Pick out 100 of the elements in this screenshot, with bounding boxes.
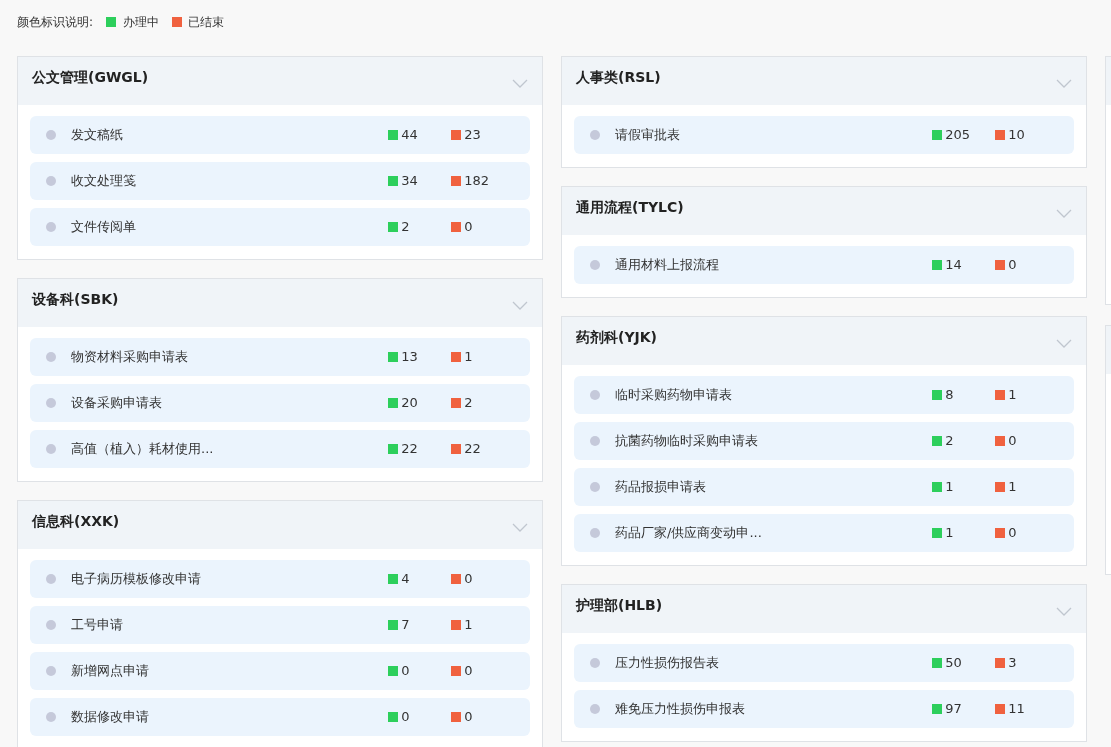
count-text: 0 xyxy=(1008,256,1017,275)
status-swatch xyxy=(932,482,942,492)
status-swatch xyxy=(388,620,398,630)
chevron-down-icon[interactable] xyxy=(1056,607,1072,616)
status-swatch xyxy=(451,130,461,140)
count-text: 97 xyxy=(945,700,962,719)
status-swatch xyxy=(995,260,1005,270)
status-swatch xyxy=(388,574,398,584)
status-swatch xyxy=(388,398,398,408)
status-swatch xyxy=(451,352,461,362)
chevron-down-icon[interactable] xyxy=(1056,79,1072,88)
bullet-icon xyxy=(590,704,600,714)
status-swatch xyxy=(932,704,942,714)
form-list-item[interactable]: 高值（植入）耗材使用... 22 22 xyxy=(30,430,530,468)
count-text: 4 xyxy=(401,570,410,589)
form-name: 通用材料上报流程 xyxy=(615,256,720,275)
status-swatch xyxy=(451,398,461,408)
bullet-icon xyxy=(46,222,56,232)
card-title: 人事类(RSL) xyxy=(576,68,661,87)
form-name: 物资材料采购申请表 xyxy=(71,348,189,367)
form-list-item[interactable]: 通用材料上报流程 14 0 xyxy=(574,246,1074,284)
status-swatch xyxy=(388,130,398,140)
bullet-icon xyxy=(46,398,56,408)
form-list-item[interactable]: 发文稿纸 44 23 xyxy=(30,116,530,154)
status-swatch xyxy=(932,390,942,400)
count-text: 10 xyxy=(1008,126,1025,145)
chevron-down-icon[interactable] xyxy=(512,523,528,532)
form-name: 临时采购药物申请表 xyxy=(615,386,733,405)
count-text: 2 xyxy=(945,432,954,451)
bullet-icon xyxy=(590,260,600,270)
status-swatch xyxy=(995,704,1005,714)
form-list-item[interactable]: 抗菌药物临时采购申请表 2 0 xyxy=(574,422,1074,460)
status-swatch xyxy=(995,528,1005,538)
status-swatch xyxy=(388,444,398,454)
count-text: 13 xyxy=(401,348,418,367)
status-swatch xyxy=(995,482,1005,492)
form-name: 文件传阅单 xyxy=(71,218,137,237)
count-text: 1 xyxy=(1008,386,1017,405)
status-swatch xyxy=(995,658,1005,668)
count-text: 0 xyxy=(401,708,410,727)
count-text: 1 xyxy=(1008,478,1017,497)
chevron-down-icon[interactable] xyxy=(512,301,528,310)
status-swatch xyxy=(388,222,398,232)
card-title: 通用流程(TYLC) xyxy=(576,198,684,217)
form-name: 电子病历模板修改申请 xyxy=(71,570,202,589)
count-text: 44 xyxy=(401,126,418,145)
bullet-icon xyxy=(46,574,56,584)
form-list-item[interactable]: 电子病历模板修改申请 4 0 xyxy=(30,560,530,598)
count-text: 34 xyxy=(401,172,418,191)
status-swatch xyxy=(932,436,942,446)
form-list-item[interactable]: 工号申请 7 1 xyxy=(30,606,530,644)
count-text: 2 xyxy=(401,218,410,237)
form-list-item[interactable]: 设备采购申请表 20 2 xyxy=(30,384,530,422)
form-list-item[interactable]: 数据修改申请 0 0 xyxy=(30,698,530,736)
bullet-icon xyxy=(46,620,56,630)
count-text: 2 xyxy=(464,394,473,413)
count-text: 1 xyxy=(945,524,954,543)
legend-text: 办理中 xyxy=(122,14,159,31)
bullet-icon xyxy=(46,352,56,362)
status-swatch xyxy=(388,352,398,362)
status-swatch xyxy=(932,528,942,538)
bullet-icon xyxy=(590,658,600,668)
chevron-down-icon[interactable] xyxy=(1056,339,1072,348)
form-name: 收文处理笺 xyxy=(71,172,137,191)
form-name: 药品报损申请表 xyxy=(615,478,707,497)
form-list-item[interactable]: 物资材料采购申请表 13 1 xyxy=(30,338,530,376)
form-list-item[interactable]: 文件传阅单 2 0 xyxy=(30,208,530,246)
count-text: 1 xyxy=(464,616,473,635)
legend-text: 已结束 xyxy=(188,14,225,31)
form-list-item[interactable]: 压力性损伤报告表 50 3 xyxy=(574,644,1074,682)
count-text: 3 xyxy=(1008,654,1017,673)
status-swatch xyxy=(932,260,942,270)
bullet-icon xyxy=(590,390,600,400)
count-text: 0 xyxy=(1008,432,1017,451)
bullet-icon xyxy=(46,444,56,454)
form-name: 设备采购申请表 xyxy=(71,394,163,413)
form-list-item[interactable]: 临时采购药物申请表 8 1 xyxy=(574,376,1074,414)
count-text: 20 xyxy=(401,394,418,413)
count-text: 205 xyxy=(945,126,971,145)
form-name: 高值（植入）耗材使用... xyxy=(71,440,215,459)
status-swatch xyxy=(995,436,1005,446)
status-swatch xyxy=(995,390,1005,400)
bullet-icon xyxy=(46,712,56,722)
bullet-icon xyxy=(46,130,56,140)
status-swatch xyxy=(451,222,461,232)
count-text: 1 xyxy=(464,348,473,367)
card-title: 设备科(SBK) xyxy=(32,290,119,309)
bullet-icon xyxy=(46,666,56,676)
status-swatch xyxy=(388,176,398,186)
form-list-item[interactable]: 难免压力性损伤申报表 97 11 xyxy=(574,690,1074,728)
form-list-item[interactable]: 收文处理笺 34 182 xyxy=(30,162,530,200)
form-list-item[interactable]: 请假审批表 205 10 xyxy=(574,116,1074,154)
form-name: 难免压力性损伤申报表 xyxy=(615,700,746,719)
chevron-down-icon[interactable] xyxy=(512,79,528,88)
bullet-icon xyxy=(46,176,56,186)
form-list-item[interactable]: 新增网点申请 0 0 xyxy=(30,652,530,690)
form-list-item[interactable]: 药品报损申请表 1 1 xyxy=(574,468,1074,506)
status-swatch xyxy=(388,712,398,722)
chevron-down-icon[interactable] xyxy=(1056,209,1072,218)
form-list-item[interactable]: 药品厂家/供应商变动申... 1 0 xyxy=(574,514,1074,552)
